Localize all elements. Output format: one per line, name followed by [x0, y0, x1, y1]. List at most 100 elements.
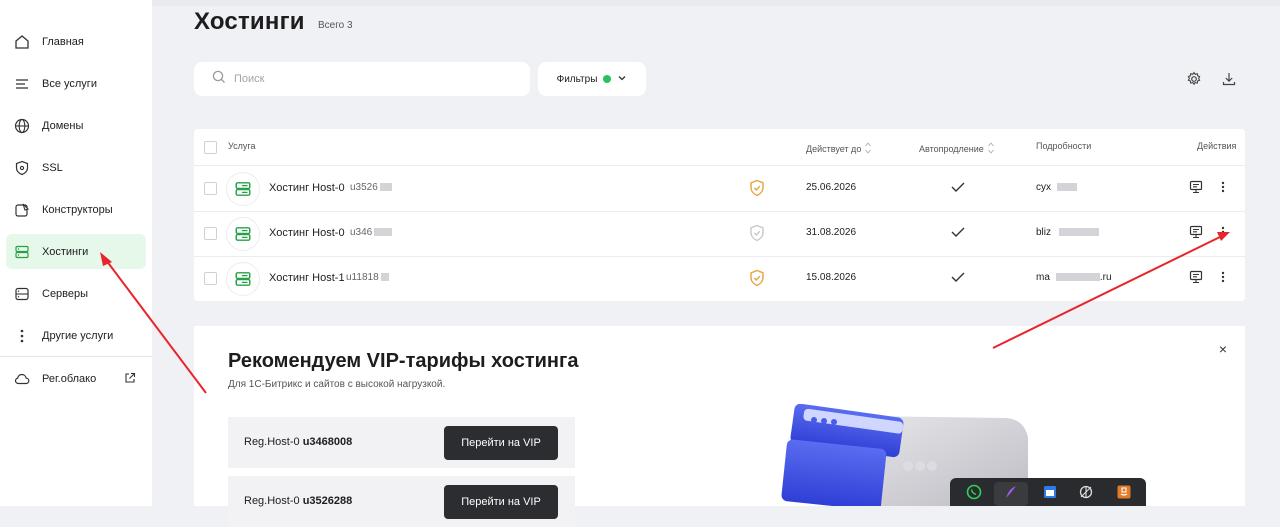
row-checkbox[interactable] — [204, 227, 217, 240]
column-service: Услуга — [228, 141, 256, 151]
hosting-icon — [12, 242, 32, 262]
service-detail: ma .ru — [1036, 272, 1112, 283]
sidebar-item-label: SSL — [42, 161, 63, 174]
hosting-icon — [226, 262, 260, 296]
calendar-icon[interactable] — [1042, 484, 1058, 500]
table-header: Услуга Действует до Автопродление Подроб… — [194, 129, 1245, 166]
hosting-table: Услуга Действует до Автопродление Подроб… — [194, 129, 1245, 301]
service-id: u11818 — [346, 272, 389, 283]
service-name[interactable]: Хостинг Host-1 — [269, 272, 345, 284]
sidebar-item-constructors[interactable]: Конструкторы — [6, 192, 146, 227]
sidebar-item-other-services[interactable]: Другие услуги — [6, 318, 146, 353]
search-icon — [212, 70, 226, 89]
sidebar-item-label: Другие услуги — [42, 329, 114, 342]
column-autorenew[interactable]: Автопродление — [919, 141, 995, 157]
vip-offer-label: Reg.Host-0 u3468008 — [244, 436, 353, 448]
search-input[interactable]: Поиск — [194, 62, 530, 96]
service-name[interactable]: Хостинг Host-0 — [269, 182, 345, 194]
column-details: Подробности — [1036, 141, 1092, 151]
more-actions-icon[interactable] — [1220, 180, 1226, 199]
go-to-vip-button[interactable]: Перейти на VIP — [444, 426, 558, 460]
external-link-icon[interactable] — [124, 371, 136, 389]
sidebar-item-domains[interactable]: Домены — [6, 108, 146, 143]
filters-button[interactable]: Фильтры — [538, 62, 646, 96]
service-detail: cyx — [1036, 182, 1077, 193]
chevron-down-icon — [617, 73, 627, 86]
whatsapp-icon[interactable] — [966, 484, 982, 500]
close-icon[interactable]: × — [1219, 341, 1227, 357]
ssl-inactive-shield-icon[interactable] — [749, 224, 765, 247]
amazon-icon[interactable] — [1116, 484, 1132, 500]
sidebar-item-home[interactable]: Главная — [6, 24, 146, 59]
table-row[interactable]: Хостинг Host-0 u346 31.08.2026 bliz — [194, 211, 1245, 257]
autorenew-check-icon — [950, 180, 966, 199]
more-actions-icon[interactable] — [1220, 270, 1226, 289]
sidebar-item-servers[interactable]: Серверы — [6, 276, 146, 311]
ssl-active-shield-icon[interactable] — [749, 269, 765, 292]
server-icon — [12, 284, 32, 304]
column-actions: Действия — [1197, 141, 1237, 151]
sidebar-item-label: Хостинги — [42, 245, 89, 258]
promo-subtitle: Для 1С-Битрикс и сайтов с высокой нагруз… — [228, 379, 446, 390]
autorenew-check-icon — [950, 270, 966, 289]
hosting-icon — [226, 217, 260, 251]
feather-icon[interactable] — [1003, 484, 1019, 500]
home-icon — [12, 32, 32, 52]
sidebar-item-all-services[interactable]: Все услуги — [6, 66, 146, 101]
row-checkbox[interactable] — [204, 272, 217, 285]
sort-icon — [987, 141, 995, 157]
web-app-icon[interactable] — [1078, 484, 1094, 500]
column-valid-until[interactable]: Действует до — [806, 141, 872, 157]
valid-until-date: 25.06.2026 — [806, 182, 857, 193]
filters-active-dot — [603, 75, 612, 83]
search-placeholder: Поиск — [234, 73, 265, 85]
table-row[interactable]: Хостинг Host-1 u11818 15.08.2026 ma .ru — [194, 256, 1245, 301]
cloud-icon — [12, 369, 32, 389]
sidebar-item-label: Главная — [42, 35, 84, 48]
sort-icon — [864, 141, 872, 157]
sidebar-item-hosting[interactable]: Хостинги — [6, 234, 146, 269]
select-all-checkbox[interactable] — [204, 141, 217, 154]
go-to-vip-button[interactable]: Перейти на VIP — [444, 485, 558, 519]
row-checkbox[interactable] — [204, 182, 217, 195]
globe-icon — [12, 116, 32, 136]
sidebar-item-label: Рег.облако — [42, 372, 97, 385]
sidebar-divider — [0, 356, 152, 357]
control-panel-icon[interactable] — [1189, 180, 1203, 199]
hosting-icon — [226, 172, 260, 206]
table-row[interactable]: Хостинг Host-0 u3526 25.06.2026 cyx — [194, 166, 1245, 212]
download-icon[interactable] — [1219, 69, 1239, 89]
service-id: u346 — [350, 227, 393, 238]
sidebar: Главная Все услуги Домены SSL Конструкто… — [0, 0, 152, 506]
page-title: Хостинги — [194, 8, 305, 35]
vip-offer-label: Reg.Host-0 u3526288 — [244, 495, 353, 507]
vip-offer-row: Reg.Host-0 u3526288 Перейти на VIP — [228, 476, 575, 527]
service-name[interactable]: Хостинг Host-0 — [269, 227, 345, 239]
service-detail: bliz — [1036, 227, 1100, 238]
sidebar-item-label: Конструкторы — [42, 203, 113, 216]
settings-gear-icon[interactable] — [1184, 69, 1204, 89]
autorenew-check-icon — [950, 225, 966, 244]
sidebar-item-regcloud[interactable]: Рег.облако — [6, 361, 146, 396]
control-panel-icon[interactable] — [1189, 225, 1203, 244]
total-count: Всего 3 — [318, 20, 353, 31]
shield-icon — [12, 158, 32, 178]
service-id: u3526 — [350, 182, 392, 193]
top-bar — [152, 0, 1280, 6]
dots-icon — [12, 326, 32, 346]
sidebar-item-label: Серверы — [42, 287, 89, 300]
sidebar-item-ssl[interactable]: SSL — [6, 150, 146, 185]
sidebar-item-label: Домены — [42, 119, 84, 132]
control-panel-icon[interactable] — [1189, 270, 1203, 289]
promo-title: Рекомендуем VIP-тарифы хостинга — [228, 350, 579, 372]
ssl-active-shield-icon[interactable] — [749, 179, 765, 202]
valid-until-date: 15.08.2026 — [806, 272, 857, 283]
filters-label: Фильтры — [556, 73, 598, 85]
constructor-icon — [12, 200, 32, 220]
list-icon — [12, 74, 32, 94]
sidebar-item-label: Все услуги — [42, 77, 97, 90]
more-actions-icon[interactable] — [1220, 225, 1226, 244]
valid-until-date: 31.08.2026 — [806, 227, 857, 238]
floating-taskbar — [950, 478, 1146, 506]
vip-offer-row: Reg.Host-0 u3468008 Перейти на VIP — [228, 417, 575, 468]
